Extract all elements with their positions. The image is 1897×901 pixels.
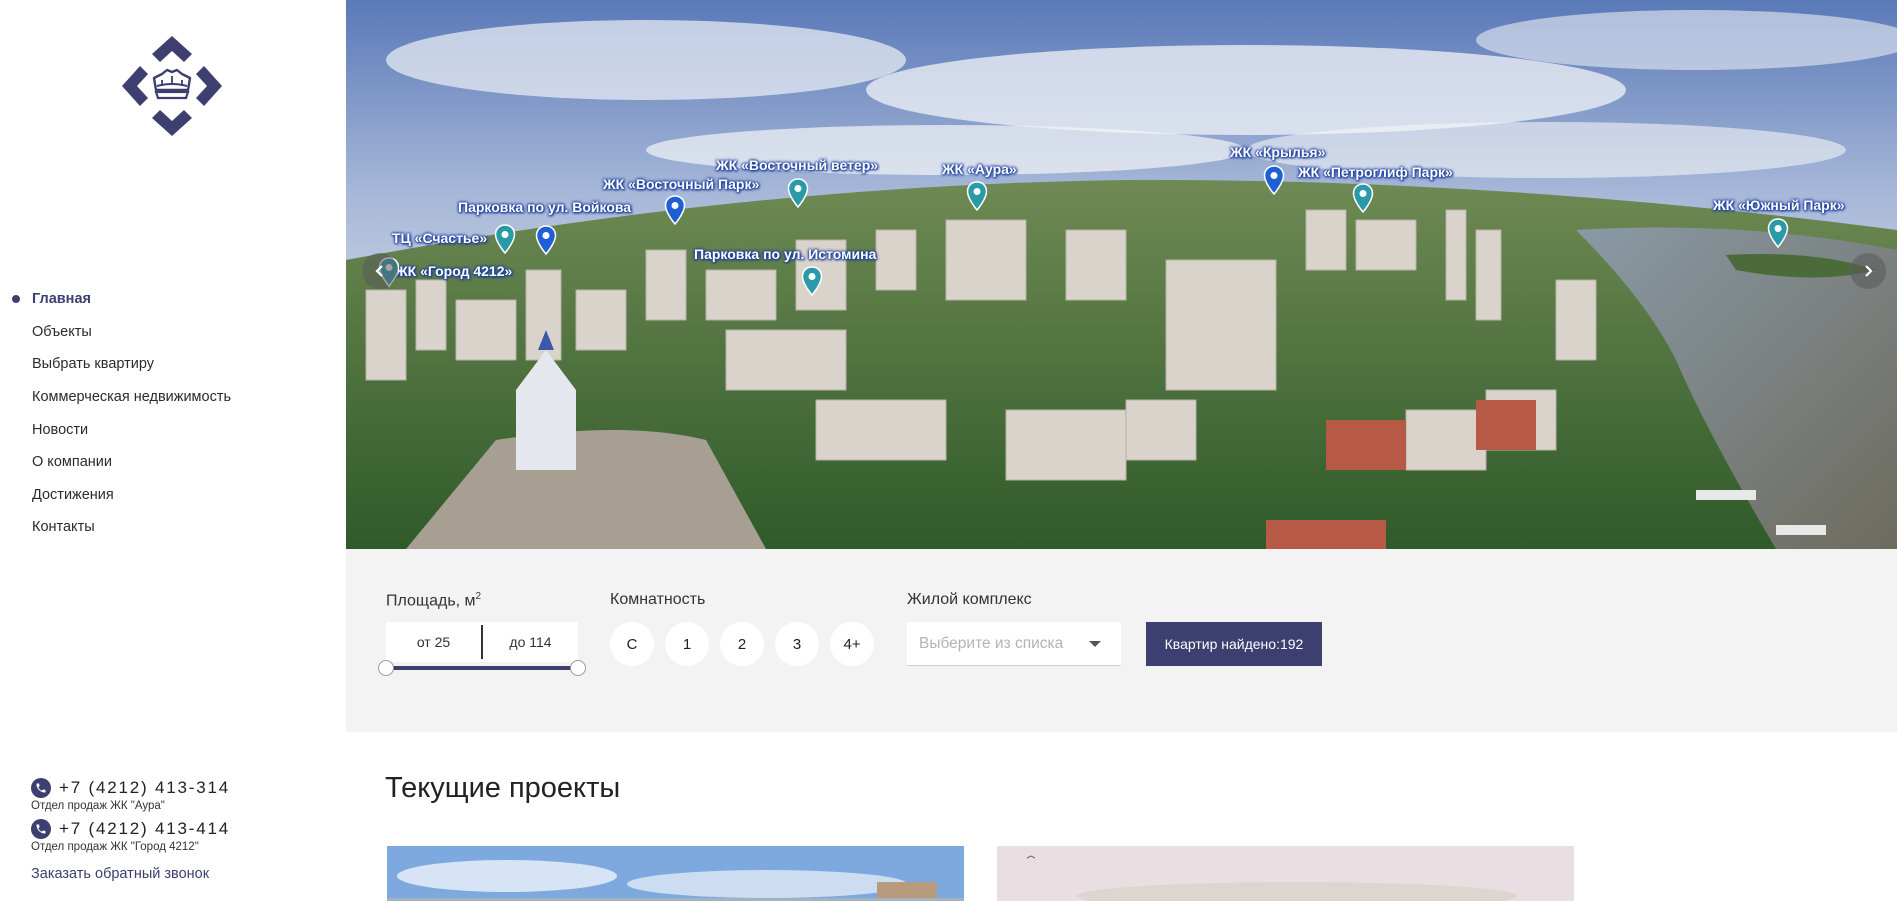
map-pin-icon[interactable] — [1767, 218, 1789, 248]
area-from-input[interactable]: от 25 — [386, 622, 481, 662]
pin-label-krylya[interactable]: ЖК «Крылья» — [1230, 144, 1325, 160]
area-label-text: Площадь, м — [386, 592, 476, 610]
projects-section-title: Текущие проекты — [385, 772, 621, 804]
caret-down-icon — [1089, 640, 1101, 647]
nav-dot — [12, 523, 20, 531]
nav-item-label: Главная — [32, 291, 91, 308]
phone-number[interactable]: +7 (4212) 413-314 — [59, 778, 230, 798]
area-filter-label: Площадь, м2 — [386, 591, 481, 610]
nav-item-commercial[interactable]: Коммерческая недвижимость — [12, 381, 231, 414]
area-inputs: от 25 до 114 — [386, 622, 578, 662]
complex-select-placeholder: Выберите из списка — [919, 634, 1064, 652]
pin-label-gorod-4212[interactable]: ЖК «Город 4212» — [395, 263, 512, 279]
nav-item-label: Контакты — [32, 519, 95, 536]
map-pin-icon[interactable] — [801, 266, 823, 296]
nav-item-label: О компании — [32, 454, 112, 471]
hero-panorama: ЖК «Город 4212» ТЦ «Счастье» Парковка по… — [346, 0, 1897, 549]
rooms-option-4plus[interactable]: 4+ — [830, 622, 874, 666]
project-card[interactable] — [997, 846, 1574, 901]
phone-caption: Отдел продаж ЖК "Город 4212" — [31, 841, 199, 853]
nav-item-label: Объекты — [32, 323, 92, 340]
rooms-option-2[interactable]: 2 — [720, 622, 764, 666]
chevron-left-icon — [375, 265, 383, 277]
map-pin-icon[interactable] — [1352, 183, 1374, 213]
chevron-right-icon — [1865, 265, 1873, 277]
map-pin-icon[interactable] — [1263, 165, 1285, 195]
complex-select[interactable]: Выберите из списка — [907, 622, 1121, 666]
nav-item-label: Коммерческая недвижимость — [32, 389, 232, 406]
hero-next-button[interactable] — [1850, 253, 1886, 289]
area-range-track[interactable] — [386, 666, 578, 670]
pin-label-parking-istomina[interactable]: Парковка по ул. Истомина — [694, 246, 876, 262]
pin-label-parking-voykova[interactable]: Парковка по ул. Войкова — [458, 199, 631, 215]
nav-item-achievements[interactable]: Достижения — [12, 479, 231, 512]
company-logo[interactable] — [120, 34, 224, 138]
project-card[interactable] — [387, 846, 964, 901]
phone-number[interactable]: +7 (4212) 413-414 — [59, 819, 230, 839]
phone-row[interactable]: +7 (4212) 413-414 — [31, 818, 331, 840]
nav-item-about[interactable]: О компании — [12, 446, 231, 479]
complex-filter-label: Жилой комплекс — [907, 591, 1032, 608]
phone-icon — [31, 778, 51, 798]
nav-item-objects[interactable]: Объекты — [12, 316, 231, 349]
phone-row[interactable]: +7 (4212) 413-314 — [31, 777, 331, 799]
nav-item-label: Новости — [32, 421, 89, 438]
pin-label-vostochny-park[interactable]: ЖК «Восточный Парк» — [603, 176, 759, 192]
pin-label-yuzhny-park[interactable]: ЖК «Южный Парк» — [1713, 197, 1845, 213]
area-to-input[interactable]: до 114 — [483, 622, 578, 662]
rooms-filter-label: Комнатность — [610, 591, 706, 608]
nav-item-news[interactable]: Новости — [12, 413, 231, 446]
map-pin-icon[interactable] — [664, 195, 686, 225]
map-pin-icon[interactable] — [787, 178, 809, 208]
nav-dot — [12, 328, 20, 336]
sidebar: Главная Объекты Выбрать квартиру Коммерч… — [0, 0, 346, 901]
rooms-option-1[interactable]: 1 — [665, 622, 709, 666]
map-pin-icon[interactable] — [535, 225, 557, 255]
phone-icon — [31, 819, 51, 839]
project-card-image — [387, 846, 964, 901]
callback-link[interactable]: Заказать обратный звонок — [31, 866, 209, 882]
rooms-option-3[interactable]: 3 — [775, 622, 819, 666]
phone-caption: Отдел продаж ЖК "Аура" — [31, 800, 165, 812]
nav-dot — [12, 458, 20, 466]
city-panorama-image — [346, 0, 1897, 549]
area-unit-superscript: 2 — [475, 591, 482, 602]
nav-item-home[interactable]: Главная — [12, 283, 231, 316]
rooms-option-studio[interactable]: С — [610, 622, 654, 666]
nav-item-label: Выбрать квартиру — [32, 356, 155, 373]
crown-diamond-logo — [122, 36, 222, 136]
active-dot-icon — [12, 295, 20, 304]
pin-label-vostochny-veter[interactable]: ЖК «Восточный ветер» — [716, 157, 878, 173]
contacts-block: +7 (4212) 413-314 Отдел продаж ЖК "Аура"… — [31, 777, 331, 883]
map-pin-icon[interactable] — [494, 224, 516, 254]
nav-dot — [12, 360, 20, 368]
area-range-max-handle[interactable] — [570, 660, 586, 676]
pin-label-petroglif-park[interactable]: ЖК «Петроглиф Парк» — [1298, 164, 1453, 180]
nav-dot — [12, 393, 20, 401]
pin-label-aura[interactable]: ЖК «Аура» — [942, 161, 1017, 177]
nav-item-label: Достижения — [32, 486, 114, 503]
pin-label-tc-schastye[interactable]: ТЦ «Счастье» — [392, 230, 487, 246]
nav-item-choose-apartment[interactable]: Выбрать квартиру — [12, 348, 231, 381]
nav-dot — [12, 426, 20, 434]
main-nav: Главная Объекты Выбрать квартиру Коммерч… — [12, 283, 231, 544]
project-card-image — [997, 846, 1574, 901]
apartments-found-button[interactable]: Квартир найдено:192 — [1146, 622, 1322, 666]
hero-prev-button[interactable] — [362, 253, 398, 289]
apartment-filter: Площадь, м2 от 25 до 114 Комнатность С 1… — [346, 549, 1897, 732]
map-pin-icon[interactable] — [966, 181, 988, 211]
nav-item-contacts[interactable]: Контакты — [12, 511, 231, 544]
area-range-min-handle[interactable] — [378, 660, 394, 676]
nav-dot — [12, 491, 20, 499]
